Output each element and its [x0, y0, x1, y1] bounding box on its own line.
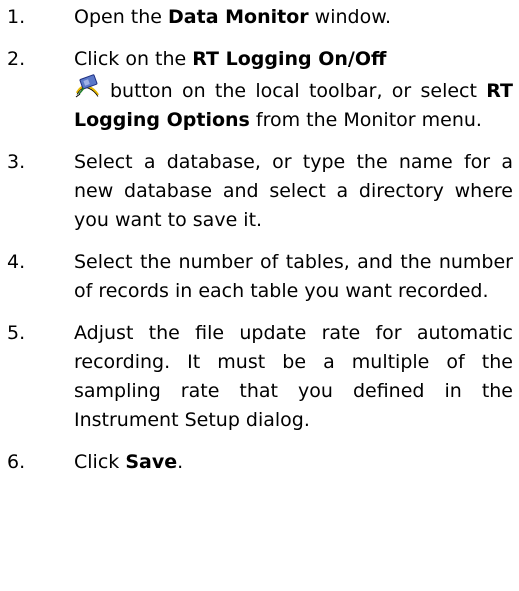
step-6: 6. Click Save.	[7, 448, 513, 477]
step-number: 1.	[7, 6, 26, 28]
step-text: Select a database, or type the name for …	[74, 151, 513, 231]
step-number: 6.	[7, 451, 26, 473]
step-2: 2. Click on the RT Logging On/Off button…	[7, 45, 513, 135]
data-monitor-label: Data Monitor	[168, 6, 309, 28]
step-4: 4. Select the number of tables, and the …	[7, 248, 513, 306]
step-1: 1. Open the Data Monitor window.	[7, 3, 513, 32]
instruction-document: 1. Open the Data Monitor window. 2. Clic…	[0, 0, 519, 591]
step-text: Click on the RT Logging On/Off button on…	[74, 48, 513, 131]
rt-logging-toggle-label: RT Logging On/Off	[192, 48, 387, 70]
step-text: Select the number of tables, and the num…	[74, 251, 513, 302]
step-3: 3. Select a database, or type the name f…	[7, 148, 513, 235]
step-number: 5.	[7, 322, 26, 344]
step-text: Adjust the file update rate for automati…	[74, 322, 513, 431]
save-label: Save	[125, 451, 178, 473]
step-text: Open the Data Monitor window.	[74, 6, 392, 28]
step-text: Click Save.	[74, 451, 184, 473]
step-number: 4.	[7, 251, 26, 273]
step-number: 2.	[7, 48, 26, 70]
rt-logging-toggle-icon	[74, 74, 102, 100]
step-5: 5. Adjust the file update rate for autom…	[7, 319, 513, 435]
step-number: 3.	[7, 151, 26, 173]
